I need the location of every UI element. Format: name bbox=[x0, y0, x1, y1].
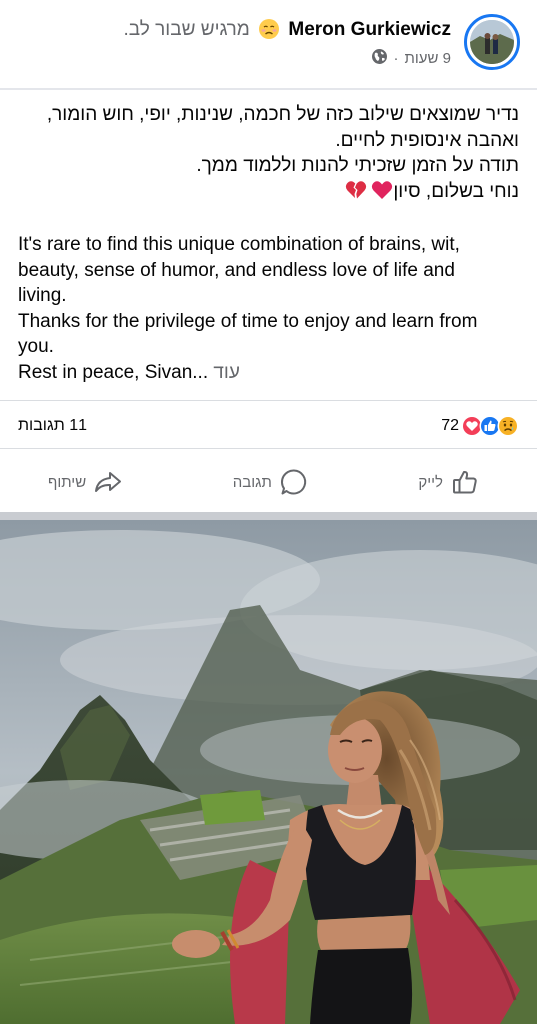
reactions-count: 72 bbox=[441, 417, 459, 434]
english-line: you. bbox=[18, 336, 54, 357]
english-last-line: Rest in peace, Sivan... עוד bbox=[18, 360, 519, 386]
globe-icon bbox=[371, 48, 388, 69]
share-button-label: שיתוף bbox=[48, 473, 87, 491]
see-more-link[interactable]: עוד bbox=[213, 362, 240, 383]
english-line: It's rare to find this unique combinatio… bbox=[18, 234, 460, 255]
like-button-label: לייק bbox=[418, 473, 443, 491]
hebrew-text: נדיר שמוצאים שילוב כזה של חכמה, שנינות, … bbox=[18, 102, 519, 207]
sad-reaction-icon bbox=[497, 415, 519, 437]
comment-icon bbox=[280, 469, 306, 495]
red-heart-icon bbox=[371, 180, 393, 208]
post-stats: 11 תגובות 72 bbox=[18, 410, 519, 442]
hebrew-signoff-line: נוחי בשלום, סיון bbox=[18, 179, 519, 208]
reactions-summary[interactable]: 72 bbox=[441, 415, 519, 437]
divider bbox=[0, 400, 537, 401]
feeling-text: מרגיש שבור לב. bbox=[123, 19, 250, 40]
share-button[interactable]: שיתוף bbox=[48, 470, 122, 494]
post-text: נדיר שמוצאים שילוב כזה של חכמה, שנינות, … bbox=[18, 102, 519, 385]
hebrew-line: ואהבה אינסופית לחיים. bbox=[335, 129, 519, 151]
like-button[interactable]: לייק bbox=[418, 468, 479, 496]
author-avatar[interactable] bbox=[464, 14, 520, 70]
comment-button-label: תגובה bbox=[232, 473, 272, 491]
post-header: Meron Gurkiewicz מרגיש שבור לב. 9 שעות · bbox=[0, 0, 537, 88]
comment-button[interactable]: תגובה bbox=[233, 468, 308, 496]
header-divider bbox=[0, 88, 537, 90]
post-actions: שיתוף תגובה לייק bbox=[0, 458, 537, 506]
broken-heart-icon bbox=[345, 180, 367, 208]
author-name[interactable]: Meron Gurkiewicz bbox=[288, 16, 451, 44]
reaction-icons bbox=[461, 415, 519, 437]
divider bbox=[0, 448, 537, 449]
thumbs-up-icon bbox=[453, 470, 477, 494]
english-line: living. bbox=[18, 285, 67, 306]
avatar-photo bbox=[470, 20, 514, 64]
hebrew-line: נוחי בשלום, סיון bbox=[393, 180, 519, 202]
comments-count[interactable]: 11 תגובות bbox=[18, 417, 87, 435]
post-time[interactable]: 9 שעות bbox=[405, 50, 451, 67]
sad-face-icon bbox=[258, 18, 280, 49]
post-meta: 9 שעות · bbox=[371, 48, 451, 69]
meta-separator: · bbox=[393, 50, 399, 67]
english-text: It's rare to find this unique combinatio… bbox=[18, 232, 519, 385]
share-icon bbox=[95, 472, 122, 492]
english-line: Thanks for the privilege of time to enjo… bbox=[18, 310, 478, 332]
header-line: Meron Gurkiewicz מרגיש שבור לב. bbox=[124, 16, 451, 49]
english-line: Rest in peace, Sivan... bbox=[18, 361, 209, 383]
hebrew-line: תודה על הזמן שזכיתי להנות וללמוד ממך. bbox=[196, 155, 519, 176]
hebrew-line: נדיר שמוצאים שילוב כזה של חכמה, שנינות, … bbox=[46, 104, 519, 125]
feed-separator bbox=[0, 512, 537, 520]
english-line: beauty, sense of humor, and endless love… bbox=[18, 259, 455, 281]
post-photo[interactable] bbox=[0, 520, 537, 1024]
